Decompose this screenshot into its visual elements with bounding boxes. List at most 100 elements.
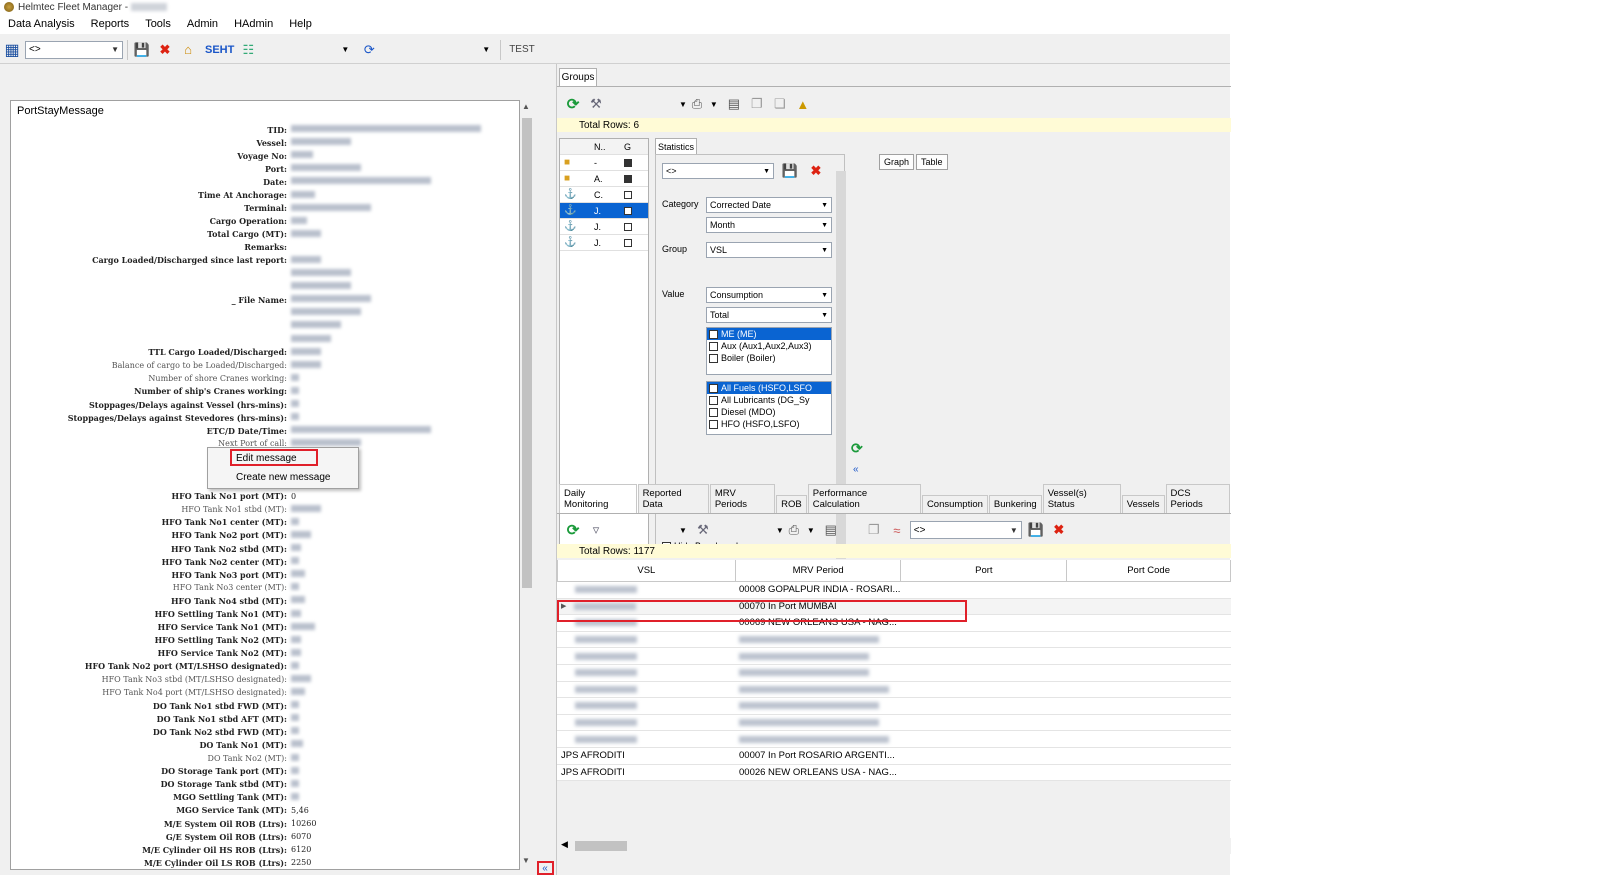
tab-dcs-periods[interactable]: DCS Periods — [1165, 484, 1230, 513]
delete-icon[interactable]: ✖ — [155, 40, 175, 60]
checkbox-box[interactable] — [709, 395, 718, 405]
save-icon[interactable]: 💾 — [780, 161, 800, 181]
menu-item-help[interactable]: Help — [289, 18, 312, 30]
table-hscrollbar[interactable]: ◀ — [557, 838, 1231, 854]
monitoring-filter-combo[interactable]: <> ▼ — [909, 521, 1022, 539]
message-scrollbar[interactable]: ▲ ▼ — [520, 100, 534, 870]
tab-groups[interactable]: Groups — [559, 68, 597, 86]
table-row[interactable]: ⚓ J. — [560, 203, 648, 219]
table-row[interactable]: ■ A. — [560, 171, 648, 187]
fuel-list[interactable]: All Fuels (HSFO,LSFO All Lubricants (DG_S… — [706, 381, 832, 435]
checkbox-box[interactable] — [624, 158, 632, 167]
vessel-combo[interactable]: <> ▼ — [25, 40, 123, 59]
table-row[interactable]: JPS AFRODITI 00026 NEW ORLEANS USA - NAG.… — [557, 765, 1231, 782]
menu-item-hadmin[interactable]: HAdmin — [234, 18, 273, 30]
columns-icon[interactable]: ▤ — [724, 94, 744, 114]
scroll-up-icon[interactable]: ▲ — [522, 102, 530, 111]
tab-performance-calculation[interactable]: Performance Calculation — [807, 484, 921, 513]
save-icon[interactable]: 💾 — [1026, 520, 1046, 540]
checkbox-box[interactable] — [709, 329, 718, 339]
tab-vessel-s-status[interactable]: Vessel(s) Status — [1042, 484, 1121, 513]
column-header[interactable]: N.. — [594, 142, 624, 152]
category-combo[interactable]: Corrected Date ▼ — [706, 197, 832, 213]
tab-mrv-periods[interactable]: MRV Periods — [709, 484, 776, 513]
report-icon[interactable]: ☷ — [238, 40, 258, 60]
list-item[interactable]: All Lubricants (DG_Sy — [707, 394, 831, 406]
period-combo[interactable]: Month ▼ — [706, 217, 832, 233]
table-row[interactable]: ⚓ J. — [560, 235, 648, 251]
chevron-down-icon[interactable]: ▼ — [679, 526, 687, 535]
print-icon[interactable]: ⎙ — [687, 94, 707, 114]
checkbox-box[interactable] — [709, 407, 718, 417]
table-row[interactable]: ⚓ J. — [560, 219, 648, 235]
chevron-down-icon[interactable]: ▼ — [482, 45, 490, 54]
column-header-mrv-period[interactable]: MRV Period — [736, 560, 902, 581]
column-header-port-code[interactable]: Port Code — [1067, 560, 1231, 581]
engine-list[interactable]: ME (ME) Aux (Aux1,Aux2,Aux3) Boiler (Boile… — [706, 327, 832, 375]
column-header-vsl[interactable]: VSL — [558, 560, 736, 581]
table-row[interactable] — [557, 648, 1231, 665]
scroll-down-icon[interactable]: ▼ — [522, 856, 530, 865]
column-header[interactable]: G — [624, 142, 644, 152]
home-icon[interactable]: ⌂ — [178, 40, 198, 60]
scrollbar-thumb[interactable] — [522, 118, 532, 588]
table-row[interactable]: 00008 GOPALPUR INDIA - ROSARI... — [557, 582, 1231, 599]
copy-icon[interactable]: ❐ — [864, 520, 884, 540]
chevron-down-icon[interactable]: ▼ — [710, 100, 718, 109]
tab-vessels[interactable]: Vessels — [1121, 495, 1165, 513]
delete-icon[interactable]: ✖ — [1049, 520, 1069, 540]
print-icon[interactable]: ⎙ — [784, 520, 804, 540]
column-header-port[interactable]: Port — [901, 560, 1068, 581]
checkbox-box[interactable] — [624, 174, 632, 183]
chevron-down-icon[interactable]: ▼ — [679, 100, 687, 109]
monitoring-table[interactable]: VSL MRV Period Port Port Code 00008 GOPALPU… — [557, 560, 1231, 782]
checkbox-box[interactable] — [709, 353, 718, 363]
vessel-icon[interactable]: ▦ — [2, 40, 22, 60]
table-row[interactable] — [557, 682, 1231, 699]
tab-consumption[interactable]: Consumption — [921, 495, 988, 513]
table-row[interactable] — [557, 698, 1231, 715]
export-icon[interactable]: ▲ — [793, 94, 813, 114]
checkbox-box[interactable] — [709, 419, 718, 429]
tools-icon[interactable]: ⚒ — [586, 94, 606, 114]
group-combo[interactable]: VSL ▼ — [706, 242, 832, 258]
checkbox-box[interactable] — [709, 383, 718, 393]
collapse-icon[interactable]: « — [853, 464, 859, 475]
tools-icon[interactable]: ⚒ — [693, 520, 713, 540]
table-row[interactable] — [557, 715, 1231, 732]
chart-icon[interactable]: ≈ — [887, 520, 907, 540]
paste-icon[interactable]: ❏ — [770, 94, 790, 114]
table-row[interactable]: ⚓ C. — [560, 187, 648, 203]
columns-icon[interactable]: ▤ — [821, 520, 841, 540]
chevron-down-icon[interactable]: ▼ — [807, 526, 815, 535]
chevron-down-icon[interactable]: ▼ — [341, 45, 349, 54]
aggregate-combo[interactable]: Total ▼ — [706, 307, 832, 323]
stats-filter-combo[interactable]: <> ▼ — [662, 163, 774, 179]
menu-item-reports[interactable]: Reports — [91, 18, 130, 30]
menu-item-tools[interactable]: Tools — [145, 18, 171, 30]
menu-item-admin[interactable]: Admin — [187, 18, 218, 30]
seht-button[interactable]: SEHT — [205, 44, 234, 56]
refresh-icon[interactable]: ⟳ — [563, 94, 583, 114]
filter-icon[interactable]: ▿ — [586, 520, 606, 540]
list-item[interactable]: All Fuels (HSFO,LSFO — [707, 382, 831, 394]
tab-daily-monitoring[interactable]: Daily Monitoring — [559, 484, 637, 513]
list-item[interactable]: Diesel (MDO) — [707, 406, 831, 418]
checkbox-box[interactable] — [624, 238, 632, 247]
save-icon[interactable]: 💾 — [132, 40, 152, 60]
checkbox-box[interactable] — [624, 206, 632, 215]
scroll-left-icon[interactable]: ◀ — [561, 839, 568, 850]
table-button[interactable]: Table — [916, 154, 948, 170]
table-row[interactable]: ■ - — [560, 155, 648, 171]
list-item[interactable]: HFO (HSFO,LSFO) — [707, 418, 831, 430]
chevron-down-icon[interactable]: ▼ — [776, 526, 784, 535]
table-row[interactable]: JPS AFRODITI 00007 In Port ROSARIO ARGENT… — [557, 748, 1231, 765]
refresh-icon[interactable]: ⟳ — [851, 440, 863, 457]
checkbox-box[interactable] — [624, 222, 632, 231]
checkbox-box[interactable] — [624, 190, 632, 199]
table-row[interactable] — [557, 665, 1231, 682]
table-row[interactable] — [557, 632, 1231, 649]
tab-statistics[interactable]: Statistics — [655, 138, 697, 154]
refresh-icon[interactable]: ⟳ — [563, 520, 583, 540]
tab-reported-data[interactable]: Reported Data — [637, 484, 709, 513]
